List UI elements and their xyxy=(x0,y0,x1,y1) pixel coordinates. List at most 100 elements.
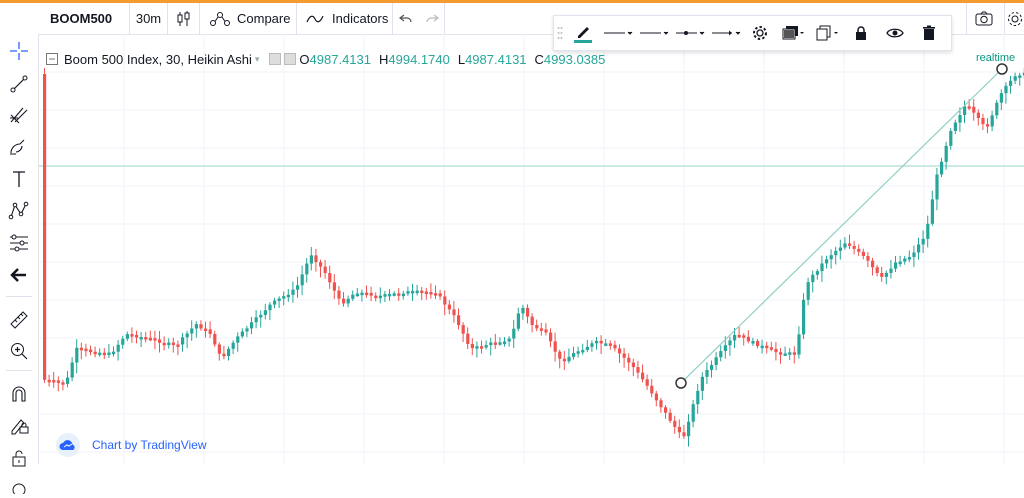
series-title[interactable]: Boom 500 Index, 30, Heikin Ashi xyxy=(64,52,252,67)
candle-body xyxy=(714,357,718,365)
line-start-dropdown[interactable] xyxy=(672,16,708,50)
lock-drawings-tool[interactable] xyxy=(0,412,38,440)
line-end-dropdown[interactable] xyxy=(708,16,744,50)
settings-square-icon[interactable] xyxy=(269,53,282,65)
candle-body xyxy=(401,293,405,297)
indicators-button[interactable]: Indicators xyxy=(297,3,393,34)
price-chart[interactable] xyxy=(39,34,1024,464)
candle-body xyxy=(470,343,474,349)
ruler-tool[interactable] xyxy=(0,305,38,333)
line-width-dropdown[interactable] xyxy=(636,16,672,50)
crosshair-tool[interactable] xyxy=(0,37,38,65)
zoom-in-tool[interactable] xyxy=(0,337,38,365)
prediction-tool[interactable] xyxy=(0,229,38,257)
candle-body xyxy=(558,351,562,359)
line-style-dropdown[interactable] xyxy=(600,16,636,50)
watermark-text: Chart by TradingView xyxy=(92,438,207,452)
trend-line-drawing[interactable] xyxy=(680,68,1003,384)
candle-body xyxy=(466,333,470,344)
candle-body xyxy=(645,379,649,386)
candle-body xyxy=(365,292,369,296)
candle-body xyxy=(61,382,65,385)
candle-body xyxy=(944,145,948,162)
toolbar-divider xyxy=(6,296,32,297)
candle-body xyxy=(530,316,534,326)
drawing-settings-button[interactable] xyxy=(744,16,776,50)
undo-button[interactable] xyxy=(393,3,419,34)
candle-body xyxy=(999,93,1003,103)
close-square-icon[interactable] xyxy=(284,53,297,65)
candle-body xyxy=(411,290,415,294)
candle-body xyxy=(953,122,957,131)
lock-tool[interactable] xyxy=(0,444,38,472)
candle-body xyxy=(958,115,962,123)
candle-body xyxy=(162,342,166,346)
candle-body xyxy=(760,345,764,349)
candle-body xyxy=(875,267,879,273)
delete-drawing-button[interactable] xyxy=(912,16,946,50)
candle-body xyxy=(213,333,217,345)
chart-style-button[interactable] xyxy=(168,3,200,34)
candle-body xyxy=(581,349,585,353)
candle-body xyxy=(286,294,290,298)
candle-body xyxy=(355,293,359,297)
layers-dropdown[interactable] xyxy=(776,16,810,50)
open-label: O xyxy=(299,51,310,67)
candle-body xyxy=(549,332,553,342)
candle-body xyxy=(756,341,760,347)
collapse-legend-icon[interactable] xyxy=(46,53,58,65)
eye-tool[interactable] xyxy=(0,474,38,498)
hide-drawing-button[interactable] xyxy=(878,16,912,50)
compare-button[interactable]: Compare xyxy=(200,3,297,34)
candle-body xyxy=(976,112,980,119)
line-color-button[interactable] xyxy=(566,16,600,50)
candle-body xyxy=(144,337,148,340)
candle-body xyxy=(351,294,355,299)
trend-line-tool[interactable] xyxy=(0,70,38,98)
candle-body xyxy=(47,379,51,383)
candle-body xyxy=(1009,80,1013,86)
snapshot-button[interactable] xyxy=(966,3,1001,34)
candle-body xyxy=(917,244,921,253)
pattern-tool[interactable] xyxy=(0,197,38,225)
back-arrow-tool[interactable] xyxy=(0,261,38,289)
candle-body xyxy=(912,252,916,258)
candle-body xyxy=(171,342,175,346)
realtime-label: realtime xyxy=(976,52,1016,64)
candle-body xyxy=(880,272,884,277)
candle-body xyxy=(328,273,332,283)
pitchfork-tool[interactable] xyxy=(0,101,38,129)
drawing-properties-toolbar xyxy=(553,15,952,51)
candle-body xyxy=(424,291,428,295)
candle-body xyxy=(130,334,134,337)
series-legend: Boom 500 Index, 30, Heikin Ashi ▾ O 4987… xyxy=(46,50,613,68)
series-menu-arrow-icon[interactable]: ▾ xyxy=(255,54,260,65)
trend-line-start-handle[interactable] xyxy=(675,377,687,389)
symbol-search-button[interactable]: BOOM500 xyxy=(0,3,130,34)
tradingview-watermark[interactable]: Chart by TradingView xyxy=(56,433,207,457)
clone-dropdown[interactable] xyxy=(810,16,844,50)
candle-body xyxy=(539,328,543,331)
redo-button[interactable] xyxy=(419,3,445,34)
candle-body xyxy=(415,290,419,294)
candle-body xyxy=(687,421,691,437)
candle-body xyxy=(604,343,608,346)
interval-button[interactable]: 30m xyxy=(130,3,168,34)
candle-body xyxy=(406,291,410,294)
lock-drawing-button[interactable] xyxy=(844,16,878,50)
settings-button[interactable] xyxy=(1004,3,1024,34)
candle-body xyxy=(503,341,507,344)
text-tool[interactable] xyxy=(0,165,38,193)
candle-body xyxy=(668,412,672,421)
candle-body xyxy=(898,261,902,265)
brush-tool[interactable] xyxy=(0,133,38,161)
candle-body xyxy=(194,324,198,329)
candle-body xyxy=(903,258,907,262)
magnet-tool[interactable] xyxy=(0,380,38,408)
trend-line-end-handle[interactable] xyxy=(996,63,1008,75)
candle-body xyxy=(291,289,295,295)
candle-body xyxy=(733,334,737,341)
candle-series xyxy=(43,67,1024,447)
candle-body xyxy=(236,336,240,343)
drag-handle[interactable] xyxy=(554,16,566,50)
